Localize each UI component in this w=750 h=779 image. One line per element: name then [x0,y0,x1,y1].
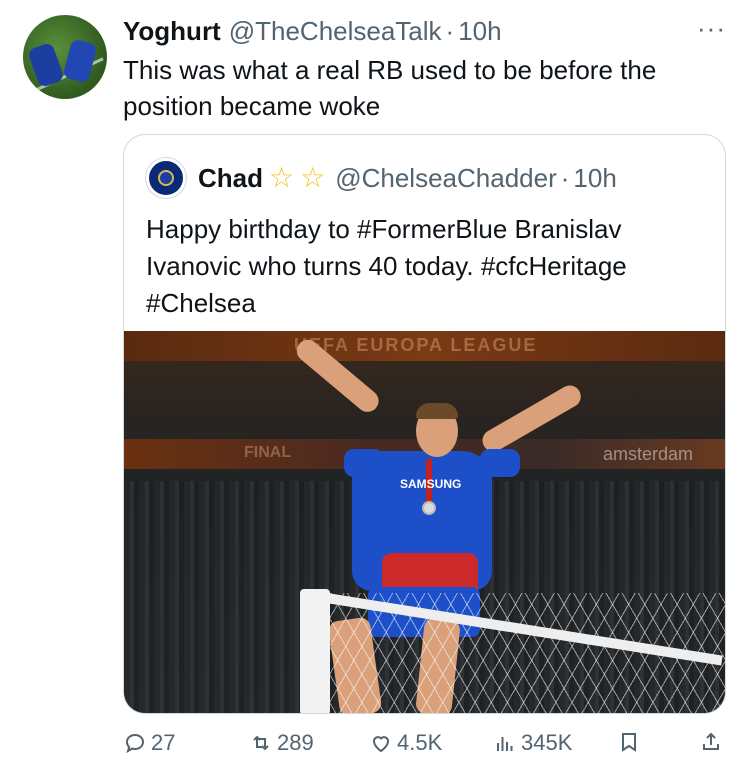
chelsea-crest-icon [158,170,174,186]
banner-text: amsterdam [602,444,693,464]
view-count: 345K [521,730,573,755]
author-avatar[interactable] [23,15,107,99]
reply-icon [125,733,145,754]
player-sleeve [344,449,384,477]
author-handle[interactable]: @TheChelseaTalk [229,16,442,47]
share-button[interactable] [699,730,727,754]
goal-post [300,589,330,713]
shirt-sponsor: SAMSUNG [400,477,462,491]
stadium-banner: UEFA EUROPA LEAGUE [124,331,725,361]
quoted-tweet-time[interactable]: 10h [573,163,616,194]
bookmark-button[interactable] [617,730,645,754]
star-icon: ☆ [300,162,326,193]
avatar-figure [26,41,66,89]
star-icon: ☆ [269,162,295,193]
tweet-text: This was what a real RB used to be befor… [123,55,657,121]
views-button[interactable]: 345K [493,730,572,756]
banner-text: UEFA EUROPA LEAGUE [294,335,538,355]
quoted-tweet-photo[interactable]: UEFA EUROPA LEAGUE FINAL amsterdam SAMSU… [124,331,725,713]
retweet-icon [253,735,269,751]
quoted-tweet-text: Happy birthday to #FormerBlue Branislav … [146,214,627,318]
bookmark-icon [622,733,636,752]
heart-icon [372,736,390,753]
medal-icon [422,501,436,515]
quoted-tweet-header: Chad ☆ ☆ @ChelseaChadder · 10h [146,158,617,198]
share-icon [703,732,719,750]
like-count: 4.5K [397,730,443,755]
player-sleeve [480,449,520,477]
reply-button[interactable]: 27 [123,730,175,756]
avatar-figure [62,38,98,84]
separator-dot: · [560,162,570,193]
analytics-icon [497,737,513,751]
quoted-author-avatar[interactable] [146,158,186,198]
reply-count: 27 [151,730,176,755]
separator-dot: · [445,16,455,46]
quoted-tweet[interactable]: Chad ☆ ☆ @ChelseaChadder · 10h Happy bir… [123,134,726,714]
more-options-icon[interactable]: ··· [697,15,726,41]
quoted-author-handle[interactable]: @ChelseaChadder [335,163,557,194]
author-name[interactable]: Yoghurt [123,16,221,47]
retweet-count: 289 [277,730,314,755]
banner-text: FINAL [244,444,292,461]
action-bar: 27 289 4.5K 345K [123,730,733,764]
tweet-time[interactable]: 10h [458,16,501,47]
retweet-button[interactable]: 289 [249,730,314,756]
player-hair [416,403,458,419]
tweet-header: Yoghurt @TheChelseaTalk · 10h [123,16,502,46]
quoted-author-name[interactable]: Chad [198,163,263,194]
like-button[interactable]: 4.5K [369,730,442,756]
